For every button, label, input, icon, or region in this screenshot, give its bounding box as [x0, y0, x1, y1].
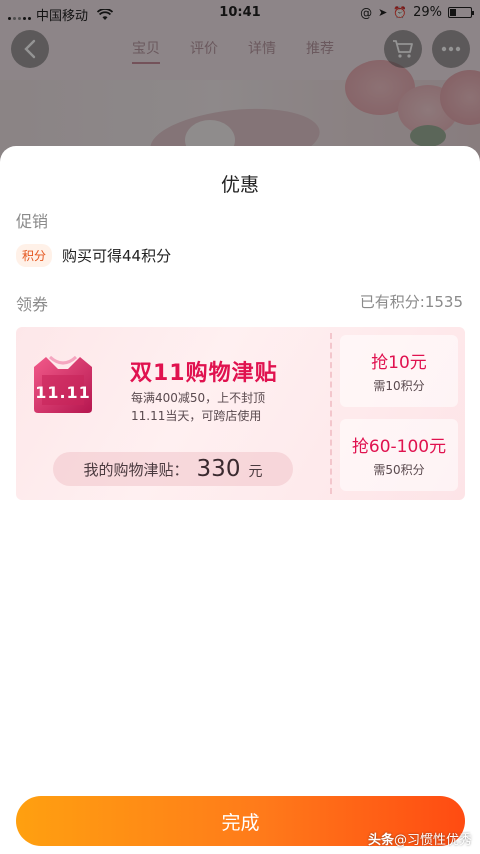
redeem-option-60-100[interactable]: 抢60-100元 需50积分 [340, 419, 458, 491]
coupon-info: 11.11 双11购物津贴 每满400减50，上不封顶 11.11当天，可跨店使… [16, 327, 328, 500]
coupon-rule: 每满400减50，上不封顶 [131, 391, 266, 405]
watermark: 头条@习惯性优秀 [368, 829, 472, 848]
discount-sheet: 优惠 促销 积分 购买可得44积分 领券 已有积分:1535 11.11 双11… [0, 146, 480, 854]
logo-text: 11.11 [35, 383, 91, 402]
allowance-label: 我的购物津贴： [83, 460, 189, 479]
coupon-divider [330, 333, 332, 494]
allowance-value: 330 [196, 456, 241, 482]
watermark-prefix: 头条 [368, 833, 395, 848]
double-11-logo: 11.11 [28, 353, 98, 415]
allowance-unit: 元 [248, 464, 263, 480]
promotion-text: 购买可得44积分 [62, 247, 172, 265]
shopping-allowance-coupon: 11.11 双11购物津贴 每满400减50，上不封顶 11.11当天，可跨店使… [16, 327, 465, 500]
promotion-row: 积分 购买可得44积分 [16, 244, 171, 267]
redeem-option-label: 抢60-100元 [351, 437, 447, 457]
redeem-option-10[interactable]: 抢10元 需10积分 [340, 335, 458, 407]
coupon-section-label: 领券 [16, 295, 49, 314]
my-allowance: 我的购物津贴： 330 元 [53, 452, 293, 486]
redeem-option-cost: 需50积分 [373, 463, 425, 477]
points-tag: 积分 [16, 244, 53, 267]
redeem-option-cost: 需10积分 [373, 379, 425, 393]
points-balance: 已有积分:1535 [359, 293, 463, 311]
watermark-suffix: @习惯性优秀 [394, 833, 473, 848]
promotion-section-label: 促销 [16, 212, 49, 231]
redeem-option-label: 抢10元 [371, 353, 427, 373]
coupon-title: 双11购物津贴 [130, 361, 278, 386]
sheet-title: 优惠 [220, 174, 259, 196]
coupon-usage-note: 11.11当天，可跨店使用 [131, 409, 262, 423]
